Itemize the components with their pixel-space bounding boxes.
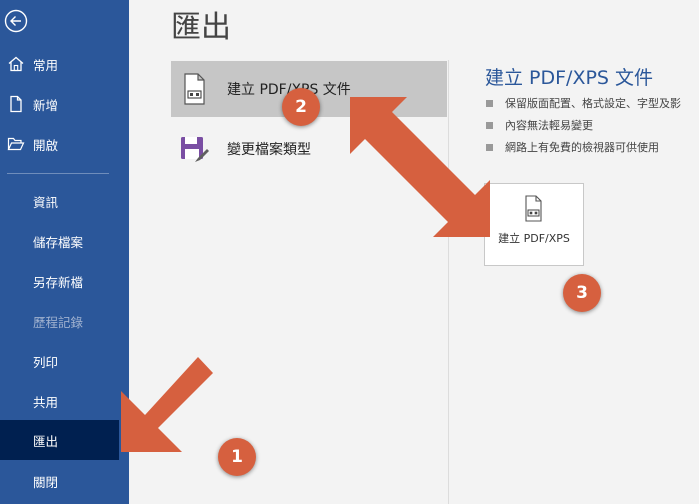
sidebar-item-label: 資訊 <box>33 194 59 210</box>
sidebar-item-save-as[interactable]: 另存新檔 <box>0 261 129 301</box>
bullet-square-icon <box>486 99 493 107</box>
sidebar-item-label: 常用 <box>33 57 59 73</box>
sidebar-item-history: 歷程記錄 <box>0 301 129 341</box>
sidebar-item-new[interactable]: 新增 <box>0 84 129 124</box>
back-arrow-icon[interactable] <box>4 9 28 33</box>
save-file-type-icon <box>181 137 209 162</box>
sidebar-item-label: 共用 <box>33 394 59 410</box>
folder-open-icon <box>7 137 25 151</box>
arrow-1-icon <box>121 357 213 452</box>
sidebar-item-home[interactable]: 常用 <box>0 44 129 84</box>
export-option-change-file-type[interactable]: 變更檔案類型 <box>171 121 447 177</box>
backstage-sidebar: 常用 新增 開啟 資訊 儲存檔案 另存新檔 歷程記錄 列印 共用 匯出 關閉 <box>0 0 129 504</box>
list-item: 網路上有免費的檢視器可供使用 <box>486 136 699 158</box>
sidebar-item-info[interactable]: 資訊 <box>0 181 129 221</box>
bullet-square-icon <box>486 143 493 151</box>
sidebar-item-close[interactable]: 關閉 <box>0 461 129 501</box>
sidebar-item-label: 新增 <box>33 97 59 113</box>
sidebar-item-label: 另存新檔 <box>33 274 84 290</box>
sidebar-item-print[interactable]: 列印 <box>0 341 129 381</box>
sidebar-item-label: 關閉 <box>33 474 59 490</box>
sidebar-item-label: 儲存檔案 <box>33 234 84 250</box>
sidebar-item-label: 開啟 <box>33 137 59 153</box>
annotation-badge-2: 2 <box>282 88 320 126</box>
home-icon <box>8 56 24 72</box>
create-pdf-xps-button[interactable]: 建立 PDF/XPS <box>484 183 584 266</box>
pdf-document-icon <box>184 73 205 105</box>
sidebar-item-save[interactable]: 儲存檔案 <box>0 221 129 261</box>
sidebar-item-export[interactable]: 匯出 <box>0 420 119 460</box>
bullet-square-icon <box>486 121 493 129</box>
create-pdf-xps-button-label: 建立 PDF/XPS <box>498 232 570 245</box>
sidebar-item-open[interactable]: 開啟 <box>0 124 129 164</box>
list-item: 保留版面配置、格式設定、字型及影 <box>486 92 699 114</box>
sidebar-item-label: 歷程記錄 <box>33 314 84 330</box>
export-option-label: 變更檔案類型 <box>227 142 311 158</box>
annotation-badge-1: 1 <box>218 438 256 476</box>
feature-list: 保留版面配置、格式設定、字型及影 內容無法輕易變更 網路上有免費的檢視器可供使用 <box>486 92 699 158</box>
pdf-document-icon <box>525 195 542 222</box>
sidebar-item-label: 列印 <box>33 354 59 370</box>
list-item: 內容無法輕易變更 <box>486 114 699 136</box>
new-document-icon <box>10 95 22 113</box>
annotation-badge-3: 3 <box>563 274 601 312</box>
sidebar-item-label: 匯出 <box>33 433 59 449</box>
sidebar-item-share[interactable]: 共用 <box>0 381 129 421</box>
sidebar-divider <box>7 173 109 174</box>
panel-separator <box>448 60 449 504</box>
panel-title: 建立 PDF/XPS 文件 <box>485 67 654 89</box>
page-title: 匯出 <box>171 10 231 45</box>
